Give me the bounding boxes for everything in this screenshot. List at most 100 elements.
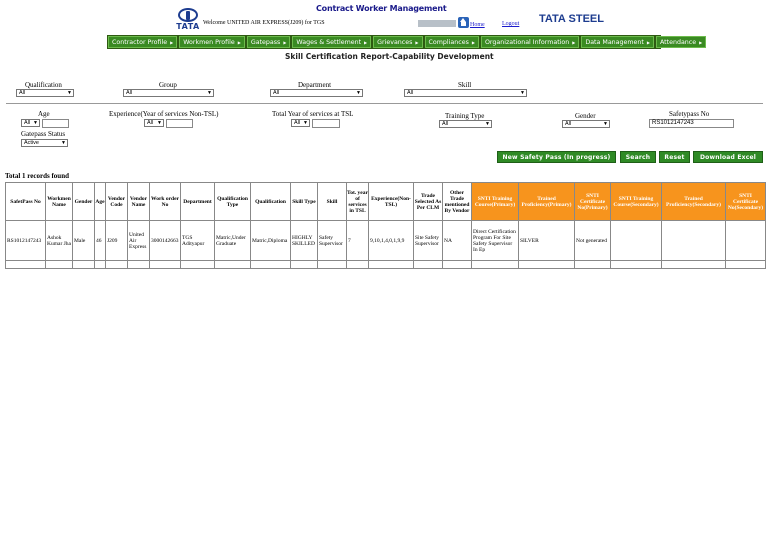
search-button[interactable]: Search: [620, 151, 656, 163]
nav-contractor-profile[interactable]: Contractor Profile ▶: [108, 36, 178, 48]
triangle-right-icon: ▶: [572, 39, 576, 45]
qualification-select[interactable]: All ▼: [16, 89, 74, 97]
age-input[interactable]: [42, 119, 69, 128]
column-header: SNTI Training Course(Secondary): [610, 182, 662, 221]
select-value: All: [273, 90, 280, 96]
column-header: SNTI Certificate No(Secondary): [725, 182, 766, 221]
gender-select[interactable]: All ▼: [562, 120, 610, 128]
table-cell: [725, 220, 766, 261]
column-header: Skill: [317, 182, 347, 221]
table-cell: Site Safety Supervisor: [413, 220, 443, 261]
nav-attendance[interactable]: Attendance ▶: [655, 36, 707, 48]
results-table: SafetPass No Workmen Name Gender Age Ven…: [5, 182, 766, 269]
triangle-right-icon: ▶: [364, 39, 368, 45]
nav-gatepass[interactable]: Gatepass ▶: [246, 36, 291, 48]
column-header: Department: [180, 182, 215, 221]
select-value: All: [147, 120, 154, 126]
nav-grievances[interactable]: Grievances ▶: [373, 36, 423, 48]
chevron-down-icon: ▼: [356, 90, 361, 96]
group-select[interactable]: All ▼: [123, 89, 214, 97]
column-header: Tot. year of services in TSL: [346, 182, 369, 221]
skill-label: Skill: [458, 81, 472, 89]
table-cell: RS1012147243: [5, 220, 46, 261]
nav-workmen-profile[interactable]: Workmen Profile ▶: [179, 36, 245, 48]
new-safety-pass-button[interactable]: New Safety Pass (In progress): [497, 151, 616, 163]
total-year-input[interactable]: [312, 119, 340, 128]
logout-link[interactable]: Logout: [502, 21, 519, 27]
select-value: All: [407, 90, 414, 96]
table-cell: 46: [94, 220, 106, 261]
select-value: Active: [24, 140, 39, 146]
chevron-down-icon: ▼: [157, 120, 162, 126]
total-year-select[interactable]: All ▼: [291, 119, 310, 127]
nav-label: Data Management: [585, 38, 644, 46]
gatepass-status-label: Gatepass Status: [21, 130, 66, 138]
blurred-box: [418, 20, 456, 27]
table-cell: [610, 220, 662, 261]
table-cell: Matric,Diploma: [250, 220, 291, 261]
home-link[interactable]: Home: [470, 22, 485, 28]
table-cell: SILVER: [518, 220, 575, 261]
nav-label: Wages & Settlement: [296, 38, 362, 46]
table-cell: Ashok Kumar Jha: [45, 220, 73, 261]
chevron-down-icon: ▼: [33, 120, 38, 126]
table-cell: NA: [442, 220, 472, 261]
table-cell: 9,10,1,4,0,1,9,9: [368, 220, 414, 261]
table-cell: 7: [346, 220, 369, 261]
reset-button[interactable]: Reset: [659, 151, 690, 163]
triangle-right-icon: ▶: [415, 39, 419, 45]
table-row: RS1012147243 Ashok Kumar Jha Male 46 J20…: [5, 220, 766, 261]
nav-label: Contractor Profile: [112, 38, 168, 46]
column-header: Workmen Name: [45, 182, 73, 221]
table-cell: Not generated: [574, 220, 611, 261]
training-type-select[interactable]: All ▼: [439, 120, 492, 128]
column-header: SNTI Certificate No(Primary): [574, 182, 611, 221]
app-title: Contract Worker Management: [316, 4, 447, 13]
tata-logo: TATA: [174, 8, 202, 32]
experience-input[interactable]: [166, 119, 193, 128]
gender-label: Gender: [575, 112, 596, 120]
triangle-right-icon: ▶: [699, 39, 703, 45]
triangle-right-icon: ▶: [283, 39, 287, 45]
column-header: SafetPass No: [5, 182, 46, 221]
table-cell: Matric,Under Graduate: [214, 220, 251, 261]
records-count: Total 1 records found: [5, 172, 69, 180]
column-header: Vendor Code: [105, 182, 128, 221]
select-value: All: [565, 121, 572, 127]
experience-label: Experience(Year of services Non-TSL): [109, 110, 219, 118]
welcome-text: Welcome UNITED AIR EXPRESS(J209) for TGS: [203, 20, 325, 26]
safetypass-input[interactable]: RS1012147243: [649, 119, 734, 128]
skill-select[interactable]: All ▼: [404, 89, 527, 97]
table-cell: Direct Certification Program For Site Sa…: [471, 220, 519, 261]
download-excel-button[interactable]: Download Excel: [693, 151, 763, 163]
chevron-down-icon: ▼: [520, 90, 525, 96]
column-header: Experience(Non-TSL): [368, 182, 414, 221]
select-value: All: [19, 90, 26, 96]
table-cell: HIGHLY SKILLED: [290, 220, 318, 261]
safetypass-label: Safetypass No: [669, 110, 710, 118]
select-value: All: [294, 120, 301, 126]
department-select[interactable]: All ▼: [270, 89, 363, 97]
nav-wages-settlement[interactable]: Wages & Settlement ▶: [292, 36, 372, 48]
nav-label: Organizational Information: [484, 38, 570, 46]
table-cell: J209: [105, 220, 128, 261]
nav-compliances[interactable]: Compliances ▶: [424, 36, 479, 48]
age-select[interactable]: All ▼: [21, 119, 40, 127]
column-header: Qualification: [250, 182, 291, 221]
department-label: Department: [298, 81, 332, 89]
column-header: Gender: [72, 182, 95, 221]
page-title: Skill Certification Report-Capability De…: [285, 52, 494, 61]
home-icon[interactable]: [458, 17, 469, 28]
divider: [6, 103, 763, 104]
column-header: Qualification Type: [214, 182, 251, 221]
select-value: All: [24, 120, 31, 126]
chevron-down-icon: ▼: [61, 140, 66, 146]
experience-select[interactable]: All ▼: [144, 119, 164, 127]
table-cell: Male: [72, 220, 95, 261]
table-cell: United Air Express: [127, 220, 150, 261]
nav-organizational-information[interactable]: Organizational Information ▶: [480, 36, 580, 48]
gatepass-status-select[interactable]: Active ▼: [21, 139, 68, 147]
select-value: All: [442, 121, 449, 127]
nav-data-management[interactable]: Data Management ▶: [581, 36, 654, 48]
nav-label: Workmen Profile: [183, 38, 235, 46]
